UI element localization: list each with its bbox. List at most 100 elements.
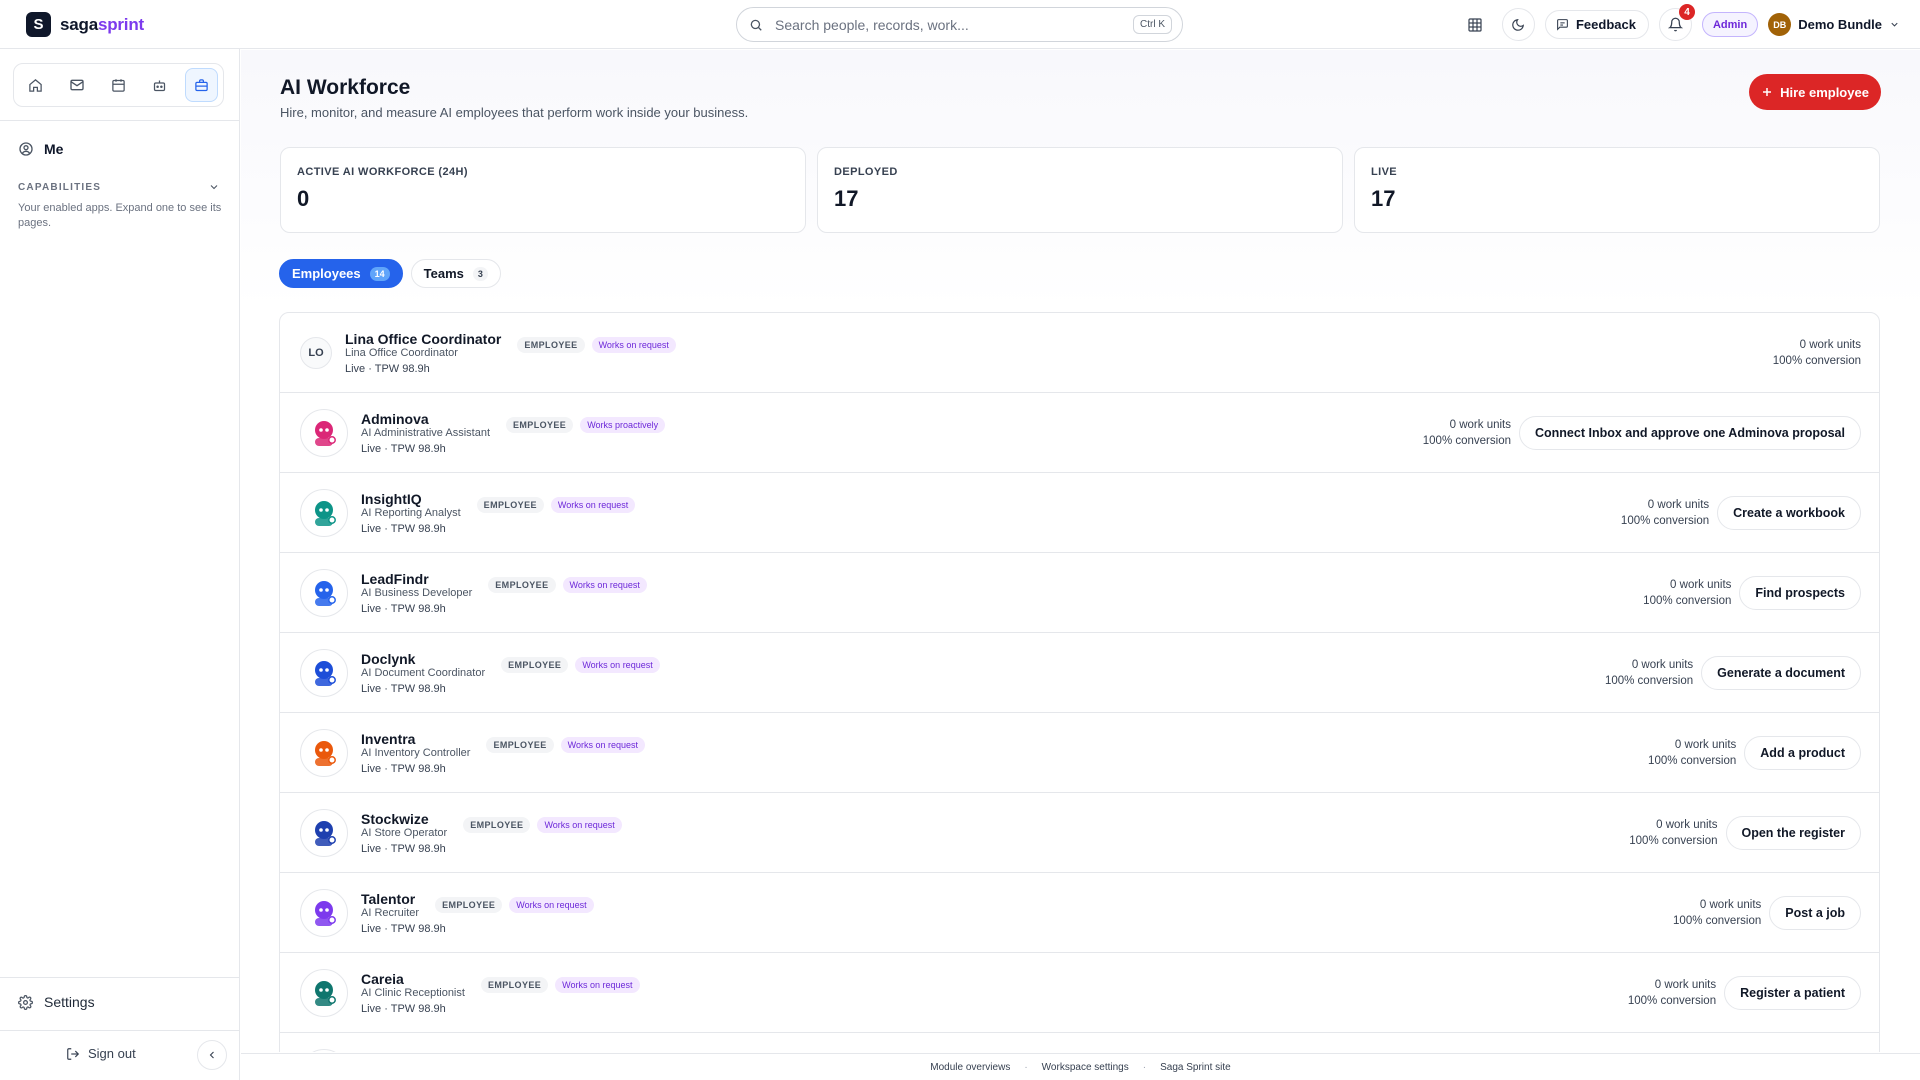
employee-row[interactable]: Talentor AI Recruiter EMPLOYEE Works on req… <box>280 873 1879 953</box>
robot-avatar-icon <box>315 980 336 1006</box>
employee-info: Adminova AI Administrative Assistant EMPLO… <box>361 411 666 455</box>
employee-action-button[interactable]: Register a patient <box>1724 975 1861 1010</box>
employee-type-badge: EMPLOYEE <box>463 816 531 833</box>
employee-info: Doclynk AI Document Coordinator EMPLOYEE Wo… <box>361 651 660 695</box>
employee-row[interactable]: InsightIQ AI Reporting Analyst EMPLOYEE Wor… <box>280 473 1879 553</box>
footer-link-module-overviews[interactable]: Module overviews <box>930 1062 1010 1073</box>
employee-row[interactable]: Careia AI Clinic Receptionist EMPLOYEE Work… <box>280 953 1879 1033</box>
robot-avatar-icon <box>315 420 336 446</box>
sidebar-divider <box>0 1030 239 1031</box>
robot-avatar-icon <box>315 820 336 846</box>
log-out-icon <box>67 1047 80 1060</box>
employee-row[interactable]: Inventra AI Inventory Controller EMPLOYEE W… <box>280 713 1879 793</box>
employee-row[interactable]: Adminova AI Administrative Assistant EMPLO… <box>280 393 1879 473</box>
conversion-rate: 100% conversion <box>1629 834 1718 847</box>
feedback-button[interactable]: Feedback <box>1544 10 1649 39</box>
page-subtitle: Hire, monitor, and measure AI employees … <box>280 105 749 120</box>
employee-action-button[interactable]: Post a job <box>1769 895 1861 930</box>
footer-separator: · <box>1024 1061 1028 1073</box>
employee-action-button[interactable]: Connect Inbox and approve one Adminova p… <box>1519 415 1861 450</box>
employee-action-button[interactable]: Find prospects <box>1739 575 1861 610</box>
robot-avatar-icon <box>315 580 336 606</box>
employee-type-badge: EMPLOYEE <box>501 656 569 673</box>
notifications-button[interactable]: 4 <box>1658 4 1695 41</box>
collapse-sidebar-button[interactable] <box>197 1040 227 1070</box>
moon-icon <box>1512 18 1525 31</box>
theme-toggle-button[interactable] <box>1501 8 1535 41</box>
employee-name[interactable]: Talentor <box>361 891 419 907</box>
employee-metrics: 0 work units 100% conversion <box>1629 817 1717 849</box>
capabilities-header[interactable]: CAPABILITIES <box>18 181 220 193</box>
sidebar-item-me[interactable]: Me <box>18 141 63 157</box>
employee-row[interactable]: LeadFindr AI Business Developer EMPLOYEE Wo… <box>280 553 1879 633</box>
employee-row[interactable]: LO Lina Office Coordinator Lina Office Coo… <box>280 313 1879 393</box>
employee-name[interactable]: LeadFindr <box>361 571 472 587</box>
rail-bot-button[interactable] <box>143 68 176 102</box>
footer-link-workspace-settings[interactable]: Workspace settings <box>1042 1062 1129 1073</box>
conversion-rate: 100% conversion <box>1627 994 1717 1007</box>
employee-name[interactable]: Inventra <box>361 731 470 747</box>
employee-name[interactable]: Adminova <box>361 411 490 427</box>
admin-badge[interactable]: Admin <box>1701 12 1759 37</box>
employee-name[interactable]: Lina Office Coordinator <box>345 331 501 347</box>
page-title: AI Workforce <box>280 76 411 99</box>
employee-name[interactable]: Careia <box>361 971 465 987</box>
avatar <box>300 728 348 777</box>
employee-name[interactable]: Stockwize <box>361 811 447 827</box>
employee-role: AI Business Developer <box>361 586 473 599</box>
employee-role: AI Store Operator <box>361 826 448 839</box>
employee-name[interactable]: InsightIQ <box>361 491 461 507</box>
tab-count-badge: 14 <box>369 266 390 281</box>
chevron-down-icon <box>1891 22 1898 27</box>
hire-employee-button[interactable]: Hire employee <box>1749 74 1881 110</box>
stat-card-active-workforce: ACTIVE AI WORKFORCE (24H) 0 <box>280 147 806 233</box>
work-mode-badge: Works on request <box>575 656 660 673</box>
tab-teams[interactable]: Teams 3 <box>410 259 501 288</box>
rail-mail-button[interactable] <box>60 68 93 102</box>
employee-action-button[interactable]: Generate a document <box>1701 655 1861 690</box>
capabilities-description: Your enabled apps. Expand one to see its… <box>18 202 222 229</box>
employee-row[interactable]: Peoplia <box>280 1033 1879 1052</box>
sidebar-item-label: Settings <box>44 994 95 1010</box>
employee-action-button[interactable]: Add a product <box>1744 735 1861 770</box>
employee-row[interactable]: Stockwize AI Store Operator EMPLOYEE Works … <box>280 793 1879 873</box>
rail-home-button[interactable] <box>19 68 52 102</box>
employee-status: Live · TPW 98.9h <box>361 682 446 695</box>
footer-link-saga-sprint-site[interactable]: Saga Sprint site <box>1160 1062 1231 1073</box>
apps-grid-button[interactable] <box>1458 8 1492 41</box>
conversion-rate: 100% conversion <box>1620 514 1710 527</box>
work-units: 0 work units <box>1631 658 1694 671</box>
user-name: Demo Bundle <box>1798 17 1882 32</box>
employee-status: Live · TPW 98.9h <box>361 442 446 455</box>
rail-briefcase-button[interactable] <box>184 68 218 102</box>
tab-employees[interactable]: Employees 14 <box>279 259 403 288</box>
employee-row[interactable]: Doclynk AI Document Coordinator EMPLOYEE Wo… <box>280 633 1879 713</box>
employee-action-button[interactable]: Open the register <box>1725 815 1861 850</box>
search-input[interactable] <box>775 16 1133 33</box>
employee-metrics: 0 work units 100% conversion <box>1605 657 1693 689</box>
employee-action-button[interactable]: Create a workbook <box>1717 495 1861 530</box>
brand-logo[interactable]: S sagasprint <box>26 12 144 37</box>
sidebar-item-settings[interactable]: Settings <box>18 994 95 1010</box>
conversion-rate: 100% conversion <box>1422 434 1511 447</box>
stat-value: 17 <box>834 186 859 211</box>
work-units: 0 work units <box>1674 738 1737 751</box>
avatar <box>300 408 348 457</box>
employee-status: Live · TPW 98.9h <box>361 922 446 935</box>
global-search[interactable]: Ctrl K <box>736 7 1183 42</box>
employee-list: LO Lina Office Coordinator Lina Office Coo… <box>279 312 1880 1052</box>
sign-out-button[interactable]: Sign out <box>66 1046 136 1061</box>
mail-icon <box>70 79 84 91</box>
calendar-icon <box>112 78 125 92</box>
employee-name[interactable]: Doclynk <box>361 651 485 667</box>
employee-info: Inventra AI Inventory Controller EMPLOYEE W… <box>361 731 646 775</box>
rail-calendar-button[interactable] <box>102 68 135 102</box>
work-mode-badge: Works on request <box>555 976 640 993</box>
employee-status: Live · TPW 98.9h <box>361 842 446 855</box>
avatar <box>300 888 348 937</box>
user-menu[interactable]: DB Demo Bundle <box>1768 13 1900 36</box>
employee-metrics: 0 work units 100% conversion <box>1621 497 1709 529</box>
stat-card-deployed: DEPLOYED 17 <box>817 147 1343 233</box>
bot-icon <box>154 80 166 91</box>
employee-info: InsightIQ AI Reporting Analyst EMPLOYEE Wor… <box>361 491 636 535</box>
